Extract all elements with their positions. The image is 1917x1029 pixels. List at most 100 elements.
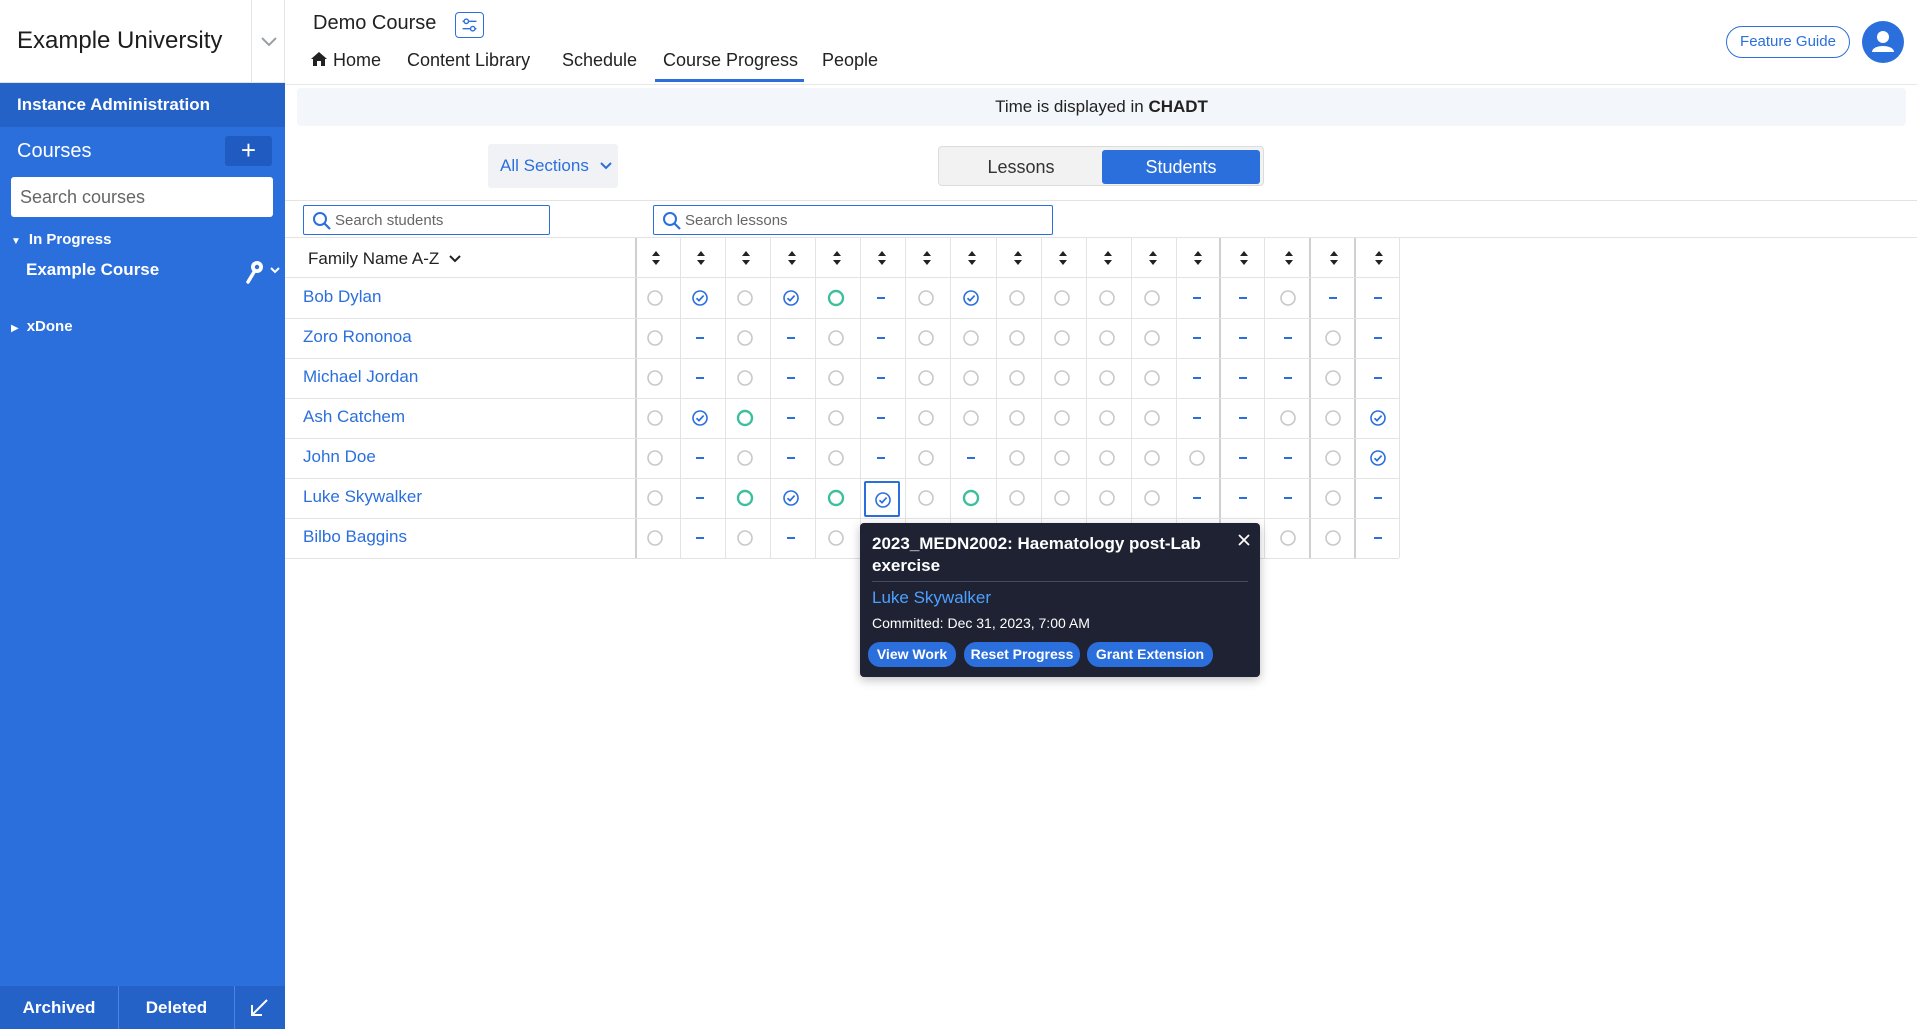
student-name-link[interactable]: Luke Skywalker bbox=[303, 487, 422, 507]
search-lessons-input[interactable] bbox=[685, 209, 1045, 231]
progress-cell[interactable] bbox=[954, 481, 990, 517]
student-name-link[interactable]: John Doe bbox=[303, 447, 376, 467]
sort-icon[interactable] bbox=[830, 249, 844, 267]
progress-cell[interactable] bbox=[819, 521, 855, 557]
sections-dropdown[interactable]: All Sections bbox=[488, 144, 618, 188]
progress-cell[interactable] bbox=[728, 321, 764, 357]
progress-cell[interactable] bbox=[1271, 361, 1307, 397]
progress-cell[interactable] bbox=[909, 401, 945, 437]
progress-cell[interactable] bbox=[728, 361, 764, 397]
student-name-link[interactable]: Zoro Rononoa bbox=[303, 327, 412, 347]
progress-cell[interactable] bbox=[774, 361, 810, 397]
progress-cell[interactable] bbox=[1316, 401, 1352, 437]
progress-cell[interactable] bbox=[683, 281, 719, 317]
progress-cell[interactable] bbox=[864, 481, 900, 517]
progress-cell[interactable] bbox=[638, 281, 674, 317]
progress-cell[interactable] bbox=[1090, 281, 1126, 317]
sort-icon[interactable] bbox=[965, 249, 979, 267]
progress-cell[interactable] bbox=[954, 401, 990, 437]
progress-cell[interactable] bbox=[909, 441, 945, 477]
deleted-button[interactable]: Deleted bbox=[119, 986, 234, 1029]
progress-cell[interactable] bbox=[1045, 481, 1081, 517]
progress-cell[interactable] bbox=[774, 281, 810, 317]
sort-icon[interactable] bbox=[1011, 249, 1025, 267]
student-name-link[interactable]: Bilbo Baggins bbox=[303, 527, 407, 547]
sort-icon[interactable] bbox=[1282, 249, 1296, 267]
progress-cell[interactable] bbox=[683, 481, 719, 517]
progress-cell[interactable] bbox=[1000, 361, 1036, 397]
view-work-button[interactable]: View Work bbox=[868, 642, 956, 667]
sort-icon[interactable] bbox=[739, 249, 753, 267]
progress-cell[interactable] bbox=[1271, 321, 1307, 357]
progress-cell[interactable] bbox=[1361, 321, 1397, 357]
progress-cell[interactable] bbox=[728, 441, 764, 477]
tab-schedule[interactable]: Schedule bbox=[562, 50, 637, 71]
progress-cell[interactable] bbox=[1361, 401, 1397, 437]
sort-icon[interactable] bbox=[785, 249, 799, 267]
progress-cell[interactable] bbox=[1000, 281, 1036, 317]
group-xdone[interactable]: ▶ xDone bbox=[11, 318, 73, 335]
progress-cell[interactable] bbox=[1316, 361, 1352, 397]
feature-guide-button[interactable]: Feature Guide bbox=[1726, 26, 1850, 58]
add-course-button[interactable]: + bbox=[225, 136, 272, 166]
progress-cell[interactable] bbox=[774, 521, 810, 557]
progress-cell[interactable] bbox=[819, 481, 855, 517]
progress-cell[interactable] bbox=[728, 521, 764, 557]
progress-cell[interactable] bbox=[1271, 441, 1307, 477]
progress-cell[interactable] bbox=[1271, 401, 1307, 437]
progress-cell[interactable] bbox=[909, 281, 945, 317]
progress-cell[interactable] bbox=[954, 441, 990, 477]
progress-cell[interactable] bbox=[638, 481, 674, 517]
progress-cell[interactable] bbox=[1090, 321, 1126, 357]
progress-cell[interactable] bbox=[638, 521, 674, 557]
progress-cell[interactable] bbox=[1135, 321, 1171, 357]
progress-cell[interactable] bbox=[819, 401, 855, 437]
sort-icon[interactable] bbox=[875, 249, 889, 267]
key-icon[interactable] bbox=[243, 259, 283, 285]
progress-cell[interactable] bbox=[1226, 401, 1262, 437]
progress-cell[interactable] bbox=[1316, 321, 1352, 357]
course-item-example-course[interactable]: Example Course bbox=[26, 260, 159, 280]
progress-cell[interactable] bbox=[909, 361, 945, 397]
search-students-input[interactable] bbox=[335, 209, 540, 231]
progress-cell[interactable] bbox=[1316, 441, 1352, 477]
progress-cell[interactable] bbox=[954, 281, 990, 317]
progress-cell[interactable] bbox=[638, 361, 674, 397]
sort-icon[interactable] bbox=[1146, 249, 1160, 267]
progress-cell[interactable] bbox=[1226, 481, 1262, 517]
progress-cell[interactable] bbox=[774, 481, 810, 517]
progress-cell[interactable] bbox=[864, 321, 900, 357]
progress-cell[interactable] bbox=[1316, 281, 1352, 317]
progress-cell[interactable] bbox=[638, 401, 674, 437]
progress-cell[interactable] bbox=[864, 441, 900, 477]
search-courses-input[interactable] bbox=[11, 177, 273, 217]
progress-cell[interactable] bbox=[1000, 321, 1036, 357]
progress-cell[interactable] bbox=[1045, 361, 1081, 397]
progress-cell[interactable] bbox=[954, 321, 990, 357]
progress-cell[interactable] bbox=[1361, 521, 1397, 557]
progress-cell[interactable] bbox=[683, 321, 719, 357]
chevron-down-icon[interactable] bbox=[256, 28, 282, 54]
progress-cell[interactable] bbox=[1090, 401, 1126, 437]
progress-cell[interactable] bbox=[1271, 481, 1307, 517]
progress-cell[interactable] bbox=[1000, 441, 1036, 477]
progress-cell[interactable] bbox=[1271, 281, 1307, 317]
course-settings-icon[interactable] bbox=[455, 12, 484, 38]
progress-cell[interactable] bbox=[1135, 361, 1171, 397]
progress-cell[interactable] bbox=[1361, 281, 1397, 317]
progress-cell[interactable] bbox=[864, 361, 900, 397]
toggle-lessons[interactable]: Lessons bbox=[942, 150, 1100, 184]
progress-cell[interactable] bbox=[683, 361, 719, 397]
progress-cell[interactable] bbox=[1226, 321, 1262, 357]
tab-people[interactable]: People bbox=[822, 50, 878, 71]
progress-cell[interactable] bbox=[774, 441, 810, 477]
toggle-students[interactable]: Students bbox=[1102, 150, 1260, 184]
progress-cell[interactable] bbox=[1045, 441, 1081, 477]
progress-cell[interactable] bbox=[683, 521, 719, 557]
progress-cell[interactable] bbox=[1180, 441, 1216, 477]
student-name-link[interactable]: Michael Jordan bbox=[303, 367, 418, 387]
progress-cell[interactable] bbox=[819, 441, 855, 477]
tab-home[interactable]: Home bbox=[310, 50, 381, 71]
progress-cell[interactable] bbox=[954, 361, 990, 397]
progress-cell[interactable] bbox=[683, 401, 719, 437]
